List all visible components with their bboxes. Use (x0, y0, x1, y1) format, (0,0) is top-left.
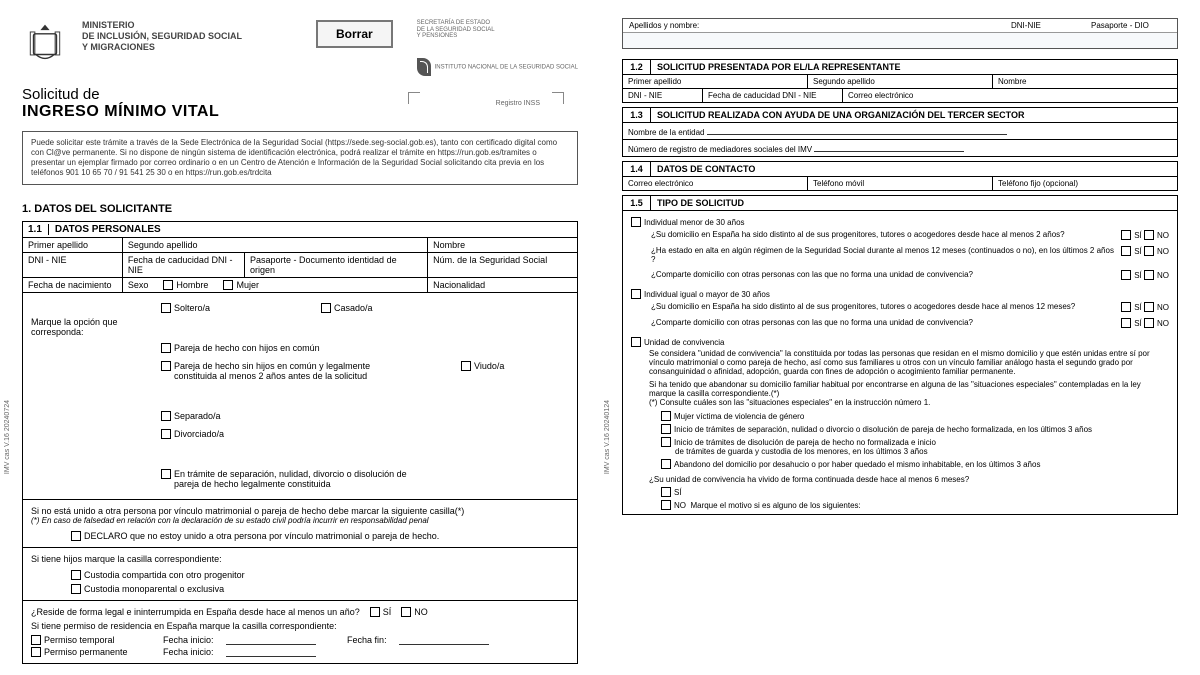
checkbox-sit3[interactable] (661, 437, 671, 447)
hijos-block: Si tiene hijos marque la casilla corresp… (23, 547, 578, 600)
secretaria-block: SECRETARÍA DE ESTADO DE LA SEGURIDAD SOC… (417, 20, 578, 76)
page-1: IMV cas V.16 20240724 MINISTERIO DE INCL… (0, 0, 600, 675)
section-1-1-table: 1.1DATOS PERSONALES Primer apellido Segu… (22, 221, 578, 664)
checkbox-alta-no[interactable] (1144, 246, 1154, 256)
crop-mark-icon (552, 92, 564, 104)
section-1-5-header: 1.5TIPO DE SOLICITUD (622, 195, 1178, 211)
checkbox-comp2-si[interactable] (1121, 318, 1131, 328)
checkbox-hombre[interactable] (163, 280, 173, 290)
field-segundo-apellido[interactable]: Segundo apellido (122, 237, 427, 252)
checkbox-unidad[interactable] (631, 337, 641, 347)
form-title-2: INGRESO MÍNIMO VITAL (22, 103, 578, 121)
checkbox-tramite-sep[interactable] (161, 469, 171, 479)
field-rep-caducidad[interactable]: Fecha de caducidad DNI - NIE (703, 89, 843, 102)
checkbox-custodia-mono[interactable] (71, 584, 81, 594)
coat-of-arms-icon (22, 20, 68, 66)
checkbox-dom2-si[interactable] (1121, 230, 1131, 240)
field-primer-apellido[interactable]: Primer apellido (23, 237, 123, 252)
checkbox-reside-no[interactable] (401, 607, 411, 617)
checkbox-comp2-no[interactable] (1144, 318, 1154, 328)
field-dni[interactable]: DNI - NIE (23, 252, 123, 277)
ministry-name: MINISTERIO DE INCLUSIÓN, SEGURIDAD SOCIA… (82, 20, 242, 52)
header: MINISTERIO DE INCLUSIÓN, SEGURIDAD SOCIA… (22, 20, 578, 76)
checkbox-sit2[interactable] (661, 424, 671, 434)
checkbox-6m-si[interactable] (661, 487, 671, 497)
page2-header-box: Apellidos y nombre: DNI-NIE Pasaporte - … (622, 18, 1178, 49)
field-registro-mediadores[interactable]: Número de registro de mediadores sociale… (622, 140, 1178, 157)
checkbox-permiso-temp[interactable] (31, 635, 41, 645)
checkbox-dom12-no[interactable] (1144, 302, 1154, 312)
field-rep-nombre[interactable]: Nombre (993, 75, 1177, 88)
field-rep-dni[interactable]: DNI - NIE (623, 89, 703, 102)
section-1-2-header: 1.2SOLICITUD PRESENTADA POR EL/LA REPRES… (622, 59, 1178, 75)
field-entidad[interactable]: Nombre de la entidad (622, 123, 1178, 140)
clear-button[interactable]: Borrar (316, 20, 393, 48)
checkbox-soltero[interactable] (161, 303, 171, 313)
section-1-title: 1. DATOS DEL SOLICITANTE (22, 203, 578, 215)
field-pasaporte[interactable]: Pasaporte - Documento identidad de orige… (244, 252, 427, 277)
registro-inss: Registro INSS (496, 100, 540, 107)
checkbox-comp1-si[interactable] (1121, 270, 1131, 280)
residencia-block: ¿Reside de forma legal e ininterrumpida … (23, 600, 578, 663)
section-1-3-header: 1.3SOLICITUD REALIZADA CON AYUDA DE UNA … (622, 107, 1178, 123)
info-box: Puede solicitar este trámite a través de… (22, 131, 578, 185)
field-rep-primer[interactable]: Primer apellido (623, 75, 808, 88)
checkbox-permiso-perm[interactable] (31, 647, 41, 657)
page-2: IMV cas V.16 20240124 Apellidos y nombre… (600, 0, 1200, 675)
checkbox-6m-no[interactable] (661, 500, 671, 510)
field-correo[interactable]: Correo electrónico (623, 177, 808, 190)
checkbox-mujer[interactable] (223, 280, 233, 290)
form-title-1: Solicitud de (22, 86, 578, 103)
field-fecha-inicio-perm[interactable] (226, 647, 316, 657)
checkbox-comp1-no[interactable] (1144, 270, 1154, 280)
field-nombre[interactable]: Nombre (428, 237, 578, 252)
field-sexo: Sexo Hombre Mujer (122, 277, 427, 292)
field-movil[interactable]: Teléfono móvil (808, 177, 993, 190)
checkbox-separado[interactable] (161, 411, 171, 421)
field-fecha-nacimiento[interactable]: Fecha de nacimiento (23, 277, 123, 292)
field-nacionalidad[interactable]: Nacionalidad (428, 277, 578, 292)
checkbox-alta-si[interactable] (1121, 246, 1131, 256)
side-note-right: IMV cas V.16 20240124 (604, 400, 611, 474)
crop-mark-icon (408, 92, 420, 104)
section-1-1-header: 1.1DATOS PERSONALES (23, 221, 578, 237)
estado-civil-block: Marque la opción que corresponda: Solter… (23, 292, 578, 499)
field-nss[interactable]: Núm. de la Seguridad Social (428, 252, 578, 277)
checkbox-casado[interactable] (321, 303, 331, 313)
checkbox-pareja-hijos[interactable] (161, 343, 171, 353)
checkbox-ind-mayor[interactable] (631, 289, 641, 299)
checkbox-ind-menor[interactable] (631, 217, 641, 227)
field-rep-correo[interactable]: Correo electrónico (843, 89, 1177, 102)
checkbox-sit1[interactable] (661, 411, 671, 421)
field-rep-segundo[interactable]: Segundo apellido (808, 75, 993, 88)
checkbox-custodia-comp[interactable] (71, 570, 81, 580)
side-note-left: IMV cas V.16 20240724 (4, 400, 11, 474)
field-caducidad-dni[interactable]: Fecha de caducidad DNI - NIE (122, 252, 244, 277)
field-fijo[interactable]: Teléfono fijo (opcional) (993, 177, 1177, 190)
checkbox-pareja-sin-hijos[interactable] (161, 361, 171, 371)
checkbox-viudo[interactable] (461, 361, 471, 371)
ss-logo-icon (417, 58, 431, 76)
checkbox-dom2-no[interactable] (1144, 230, 1154, 240)
checkbox-sit4[interactable] (661, 459, 671, 469)
field-fecha-fin-temp[interactable] (399, 635, 489, 645)
tipo-solicitud-block: Individual menor de 30 años ¿Su domicili… (622, 211, 1178, 515)
checkbox-dom12-si[interactable] (1121, 302, 1131, 312)
section-1-4-header: 1.4DATOS DE CONTACTO (622, 161, 1178, 177)
declaro-block: Si no está unido a otra persona por vínc… (23, 499, 578, 547)
checkbox-declaro[interactable] (71, 531, 81, 541)
checkbox-divorciado[interactable] (161, 429, 171, 439)
checkbox-reside-si[interactable] (370, 607, 380, 617)
field-fecha-inicio-temp[interactable] (226, 635, 316, 645)
